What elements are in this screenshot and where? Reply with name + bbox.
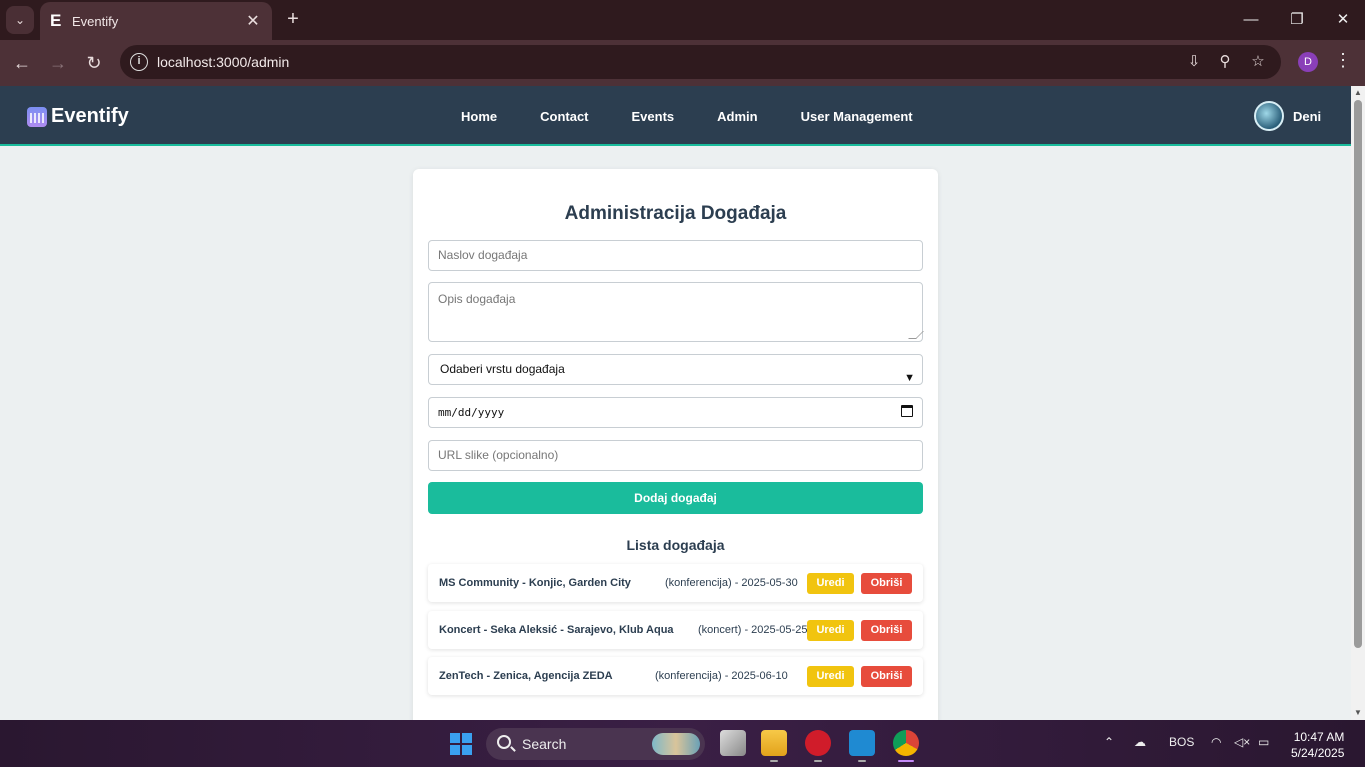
- taskbar-search[interactable]: Search: [486, 728, 705, 760]
- tray-overflow-icon[interactable]: ⌃: [1104, 735, 1114, 749]
- language-indicator[interactable]: BOS: [1169, 735, 1194, 749]
- calendar-picker-icon[interactable]: [901, 405, 913, 417]
- user-name[interactable]: Deni: [1293, 109, 1321, 124]
- battery-icon[interactable]: ▭: [1258, 735, 1269, 749]
- site-navbar: Eventify Home Contact Events Admin User …: [0, 86, 1351, 146]
- scroll-up-icon[interactable]: ▲: [1353, 88, 1363, 98]
- nav-link-events[interactable]: Events: [632, 109, 675, 124]
- nav-link-contact[interactable]: Contact: [540, 109, 588, 124]
- search-highlight-image: [652, 733, 700, 755]
- minimize-icon[interactable]: —: [1236, 8, 1266, 32]
- browser-tab[interactable]: E Eventify ✕: [40, 2, 272, 40]
- tab-search-icon[interactable]: ⌄: [6, 6, 34, 34]
- url-text[interactable]: localhost:3000/admin: [157, 54, 289, 70]
- event-meta: (koncert) - 2025-05-25: [698, 624, 808, 636]
- event-meta: (konferencija) - 2025-06-10: [655, 670, 788, 682]
- scrollbar-thumb[interactable]: [1354, 100, 1362, 648]
- tab-close-icon[interactable]: ✕: [242, 11, 264, 31]
- event-title-placeholder: Naslov događaja: [438, 248, 528, 262]
- install-app-icon[interactable]: ⇩: [1184, 52, 1204, 72]
- forward-icon[interactable]: →: [45, 50, 71, 76]
- edit-button[interactable]: Uredi: [807, 620, 854, 641]
- address-bar[interactable]: i localhost:3000/admin ⇩ ⚲ ☆: [120, 45, 1281, 79]
- user-menu[interactable]: Deni: [1254, 101, 1321, 131]
- event-title: ZenTech - Zenica, Agencija ZEDA: [439, 670, 613, 682]
- event-type-select[interactable]: Odaberi vrstu događaja ▼: [428, 354, 923, 385]
- search-label: Search: [522, 736, 567, 752]
- zoom-icon[interactable]: ⚲: [1215, 52, 1235, 72]
- tab-title: Eventify: [72, 13, 119, 29]
- volume-icon[interactable]: ◁×: [1234, 735, 1250, 749]
- image-url-placeholder: URL slike (opcionalno): [438, 448, 559, 462]
- event-meta: (konferencija) - 2025-05-30: [665, 577, 798, 589]
- restore-icon[interactable]: ❐: [1282, 8, 1312, 32]
- close-window-icon[interactable]: ✕: [1328, 8, 1358, 32]
- chrome-icon[interactable]: [893, 730, 919, 756]
- page-title: Administracija Događaja: [564, 203, 787, 224]
- delete-button[interactable]: Obriši: [861, 573, 912, 594]
- running-indicator: [814, 760, 822, 762]
- browser-tab-strip: ⌄ E Eventify ✕ + — ❐ ✕: [0, 0, 1365, 40]
- event-list-item: ZenTech - Zenica, Agencija ZEDA (konfere…: [428, 657, 923, 695]
- page-viewport: Eventify Home Contact Events Admin User …: [0, 86, 1351, 720]
- site-info-icon[interactable]: i: [130, 53, 148, 71]
- edit-button[interactable]: Uredi: [807, 573, 854, 594]
- active-indicator: [898, 760, 914, 762]
- event-list-title: Lista događaja: [626, 537, 725, 553]
- search-icon: [497, 735, 511, 749]
- edit-button[interactable]: Uredi: [807, 666, 854, 687]
- chevron-down-icon: ▼: [904, 372, 915, 384]
- wifi-icon[interactable]: ◠: [1211, 735, 1221, 749]
- user-avatar[interactable]: [1254, 101, 1284, 131]
- vscode-icon[interactable]: [849, 730, 875, 756]
- cloud-offline-icon[interactable]: ☁: [1134, 735, 1146, 749]
- reload-icon[interactable]: ↻: [81, 50, 107, 76]
- task-view-icon[interactable]: [720, 730, 746, 756]
- opera-icon[interactable]: [805, 730, 831, 756]
- resize-handle-icon[interactable]: [908, 331, 924, 339]
- event-title-input[interactable]: Naslov događaja: [428, 240, 923, 271]
- brand-name: Eventify: [51, 105, 129, 127]
- delete-button[interactable]: Obriši: [861, 620, 912, 641]
- add-event-button[interactable]: Dodaj događaj: [428, 482, 923, 514]
- nav-link-user-management[interactable]: User Management: [801, 109, 913, 124]
- tab-favicon-icon: E: [50, 11, 62, 30]
- profile-avatar[interactable]: D: [1298, 52, 1318, 72]
- new-tab-icon[interactable]: +: [282, 8, 304, 30]
- image-url-input[interactable]: URL slike (opcionalno): [428, 440, 923, 471]
- file-explorer-icon[interactable]: [761, 730, 787, 756]
- main-menu: Home Contact Events Admin User Managemen…: [461, 109, 956, 124]
- event-list-item: MS Community - Konjic, Garden City (konf…: [428, 564, 923, 602]
- nav-link-home[interactable]: Home: [461, 109, 497, 124]
- event-title: Koncert - Seka Aleksić - Sarajevo, Klub …: [439, 624, 674, 636]
- page-scrollbar[interactable]: ▲ ▼: [1351, 86, 1365, 720]
- windows-start-icon[interactable]: [450, 733, 472, 755]
- nav-link-admin[interactable]: Admin: [717, 109, 757, 124]
- event-description-textarea[interactable]: Opis događaja: [428, 282, 924, 342]
- event-list-item: Koncert - Seka Aleksić - Sarajevo, Klub …: [428, 611, 923, 649]
- event-type-selected: Odaberi vrstu događaja: [440, 362, 565, 376]
- brand-logo[interactable]: Eventify: [27, 105, 129, 128]
- scroll-down-icon[interactable]: ▼: [1353, 708, 1363, 718]
- admin-card: Administracija Događaja Naslov događaja …: [413, 169, 938, 720]
- back-icon[interactable]: ←: [9, 50, 35, 76]
- clock-time: 10:47 AM: [1293, 730, 1345, 744]
- os-taskbar: Search ⌃ ☁ BOS ◠ ◁× ▭ 10:47 AM 5/24/2025: [0, 720, 1365, 767]
- system-clock[interactable]: 10:47 AM 5/24/2025: [1291, 729, 1344, 761]
- running-indicator: [858, 760, 866, 762]
- event-date-input[interactable]: mm/dd/yyyy: [428, 397, 923, 428]
- event-title: MS Community - Konjic, Garden City: [439, 577, 631, 589]
- browser-toolbar: ← → ↻ i localhost:3000/admin ⇩ ⚲ ☆ D ⋮: [0, 40, 1365, 86]
- running-indicator: [770, 760, 778, 762]
- event-description-placeholder: Opis događaja: [438, 292, 516, 306]
- browser-menu-icon[interactable]: ⋮: [1334, 50, 1352, 71]
- delete-button[interactable]: Obriši: [861, 666, 912, 687]
- bookmark-star-icon[interactable]: ☆: [1248, 52, 1268, 72]
- event-date-placeholder: mm/dd/yyyy: [438, 406, 505, 419]
- calendar-icon: [27, 106, 47, 127]
- clock-date: 5/24/2025: [1291, 746, 1345, 760]
